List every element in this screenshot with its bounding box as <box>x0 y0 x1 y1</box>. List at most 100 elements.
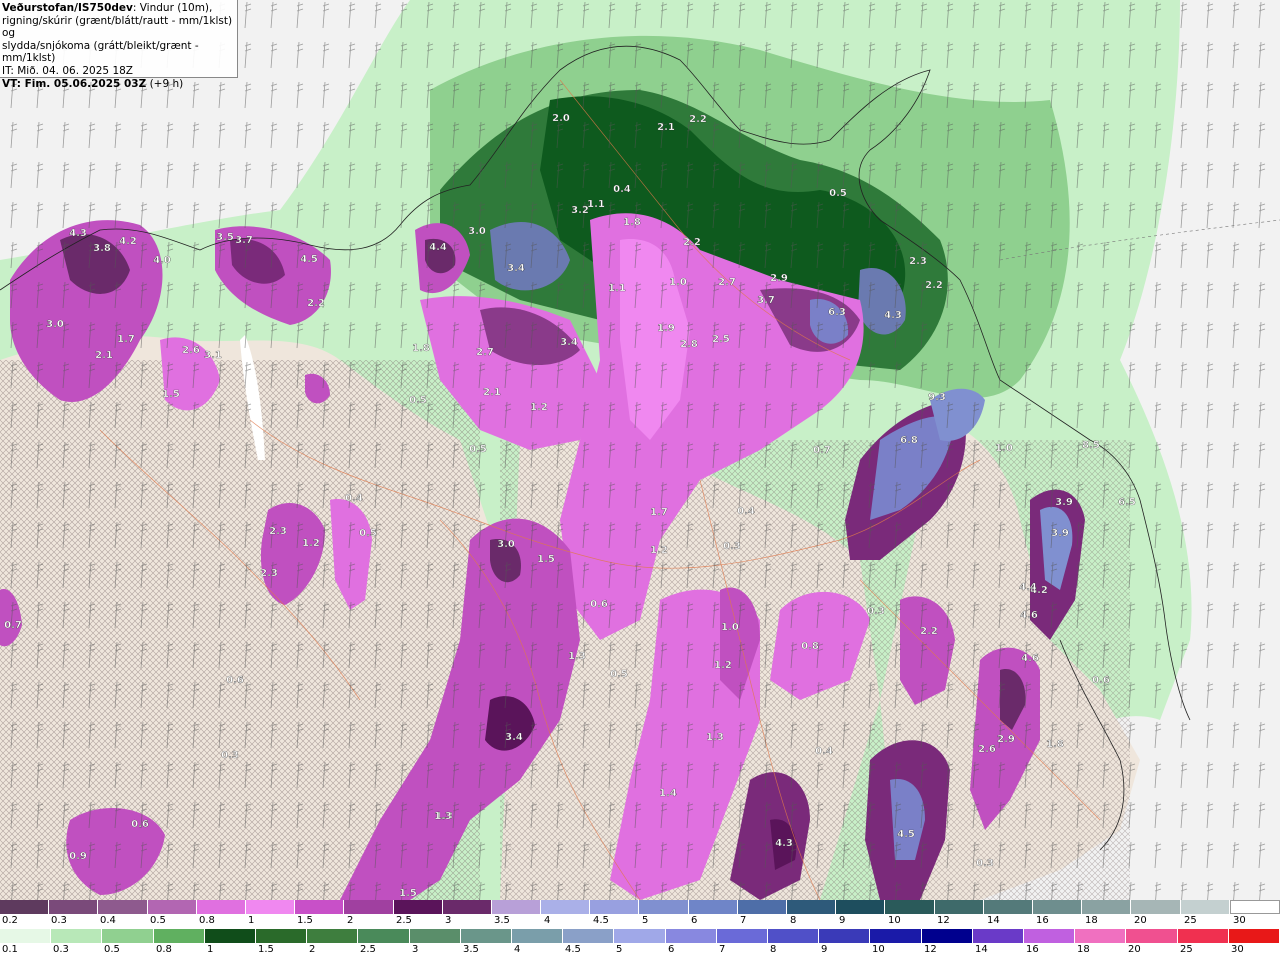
legend-tick-label: 2 <box>347 915 354 926</box>
precipitation-map: 2.0 2.1 2.2 0.4 1.1 0.5 3.2 1.8 2.2 3.0 3.4 4.4 4.3 3… <box>0 0 1280 900</box>
precip-value-label: 4.6 <box>1021 653 1039 664</box>
legend-tick-label: 0.8 <box>199 915 215 926</box>
precip-value-label: 1.2 <box>530 402 548 413</box>
precip-value-label: 1.4 <box>659 788 677 799</box>
precip-value-label: 1.0 <box>669 277 687 288</box>
precip-value-label: 3.9 <box>1051 528 1069 539</box>
legend-tick-label: 0.8 <box>156 944 172 955</box>
legend-tick-label: 20 <box>1128 944 1141 955</box>
precip-value-label: 3.0 <box>46 319 64 330</box>
precip-value-label: 1.3 <box>434 811 452 822</box>
precip-value-label: 3.7 <box>757 295 775 306</box>
title-line-2: rigning/skúrir (grænt/blátt/rautt - mm/1… <box>2 14 233 40</box>
legend-tick-label: 0.5 <box>104 944 120 955</box>
precip-value-label: 0.8 <box>801 641 819 652</box>
precip-value-label: 2.2 <box>925 280 943 291</box>
legend-tick-label: 3 <box>445 915 452 926</box>
precip-value-label: 2.9 <box>770 273 788 284</box>
legend-tick-label: 0.1 <box>2 944 18 955</box>
valid-time-line: VT: Fim. 05.06.2025 03Z (+9 h) <box>2 78 237 91</box>
precip-value-label: 4.5 <box>300 254 318 265</box>
legend-tick-label: 3.5 <box>494 915 510 926</box>
precip-value-label: 0.4 <box>815 746 833 757</box>
precip-value-label: 0.6 <box>590 599 608 610</box>
precip-value-label: 3.1 <box>204 350 222 361</box>
legend-tick-label: 18 <box>1085 915 1098 926</box>
legend-swatch <box>344 900 394 914</box>
legend-swatch <box>1229 900 1280 914</box>
precip-value-label: 2.9 <box>997 734 1015 745</box>
precip-value-label: 3.4 <box>560 337 578 348</box>
precip-value-label: 0.5 <box>829 188 847 199</box>
legend-swatch <box>787 900 837 914</box>
legend-swatch <box>49 900 99 914</box>
legend-swatch <box>358 929 410 943</box>
legend-tick-label: 16 <box>1026 944 1039 955</box>
precip-value-label: 1.7 <box>117 334 135 345</box>
legend-swatch <box>921 929 973 943</box>
legend-tick-label: 2.5 <box>360 944 376 955</box>
legend-tick-label: 5 <box>616 944 623 955</box>
legend-swatch <box>147 900 197 914</box>
precip-value-label: 2.3 <box>269 526 287 537</box>
precip-value-label: 3.9 <box>1055 497 1073 508</box>
legend-tick-label: 1 <box>248 915 255 926</box>
forecast-offset: (+9 h) <box>149 77 184 90</box>
precip-value-label: 4.4 <box>429 242 447 253</box>
legend-tick-label: 16 <box>1036 915 1049 926</box>
rain-legend-labels: 0.1 0.3 0.5 0.8 1 1.5 2 2.5 3 3.5 4 4.5 5 6 7 8 9 10 12 14 1… <box>0 944 1280 957</box>
precip-value-label: 3.5 <box>216 232 234 243</box>
legend-swatch <box>442 900 492 914</box>
title-box: Veðurstofan/IS750dev: Vindur (10m), rign… <box>0 0 238 90</box>
precip-value-label: 2.0 <box>552 113 570 124</box>
precip-value-label: 2.3 <box>909 256 927 267</box>
legend-tick-label: 2 <box>309 944 316 955</box>
legend-swatch <box>1024 929 1076 943</box>
legend-tick-label: 10 <box>872 944 885 955</box>
legend-swatch <box>153 929 205 943</box>
legend-swatch <box>51 929 103 943</box>
legend-tick-label: 9 <box>839 915 846 926</box>
legend-swatch <box>409 929 461 943</box>
legend-swatch <box>983 900 1033 914</box>
legend-tick-label: 14 <box>975 944 988 955</box>
legend-tick-label: 5 <box>642 915 649 926</box>
legend-tick-label: 12 <box>924 944 937 955</box>
snow-legend-swatches <box>0 900 1280 914</box>
legend-swatch <box>256 929 308 943</box>
precip-value-label: 2.2 <box>689 114 707 125</box>
precip-value-label: 6.5 <box>1118 497 1136 508</box>
legend-tick-label: 0.3 <box>51 915 67 926</box>
precip-value-label: 0.9 <box>69 851 87 862</box>
rain-legend-swatches <box>0 929 1280 943</box>
legend-tick-label: 1.5 <box>297 915 313 926</box>
title-line-3: slydda/snjókoma (grátt/bleikt/grænt - mm… <box>2 39 199 65</box>
precip-value-label: 0.4 <box>737 506 755 517</box>
precip-value-label: 0.3 <box>867 606 885 617</box>
legend-swatch <box>934 900 984 914</box>
legend-swatch <box>737 900 787 914</box>
legend-swatch <box>541 900 591 914</box>
legend-tick-label: 4.5 <box>593 915 609 926</box>
precip-value-label: 1.5 <box>162 389 180 400</box>
legend-tick-label: 10 <box>888 915 901 926</box>
precip-value-label: 2.1 <box>657 122 675 133</box>
precip-value-label: 4.3 <box>775 838 793 849</box>
precip-value-label: 3.0 <box>497 539 515 550</box>
precip-value-label: 2.2 <box>683 237 701 248</box>
precip-value-label: 3.7 <box>235 235 253 246</box>
snow-legend: 0.2 0.3 0.4 0.5 0.8 1 1.5 2 2.5 3 3.5 4 4.5 5 6 7 8 9 10 12… <box>0 900 1280 929</box>
legend-swatch <box>563 929 615 943</box>
precip-value-label: 2.6 <box>182 345 200 356</box>
legend-swatch <box>639 900 689 914</box>
precip-value-label: 9.3 <box>928 392 946 403</box>
legend-swatch <box>716 929 769 943</box>
precip-value-label: 1.0 <box>995 443 1013 454</box>
precip-value-label: 4.3 <box>69 228 87 239</box>
precip-value-label: 2.2 <box>307 298 325 309</box>
precip-value-label: 0.6 <box>131 819 149 830</box>
precip-value-label: 3.4 <box>507 263 525 274</box>
legend-tick-label: 9 <box>821 944 828 955</box>
legend-swatch <box>1177 929 1229 943</box>
precip-value-label: 4.5 <box>897 829 915 840</box>
